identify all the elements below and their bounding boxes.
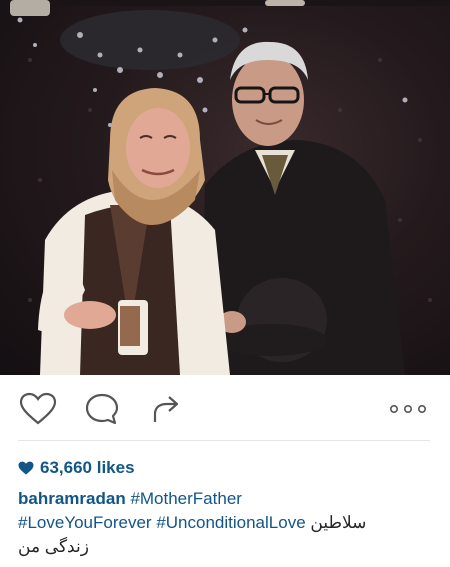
post-photo[interactable]: [0, 0, 450, 375]
divider: [18, 440, 430, 441]
caption-persian-text-2: زندگی من: [18, 537, 89, 556]
likes-count: 63,660 likes: [40, 458, 135, 477]
share-button[interactable]: [146, 389, 186, 429]
caption-line-1: bahramradan #MotherFather: [18, 487, 432, 511]
speech-bubble-icon: [85, 393, 119, 425]
photo-illustration: [0, 0, 450, 375]
username-link[interactable]: bahramradan: [18, 489, 126, 508]
hashtag-unconditionallove[interactable]: #UnconditionalLove: [156, 513, 305, 532]
hashtag-loveyouforever[interactable]: #LoveYouForever: [18, 513, 152, 532]
caption-persian-text-1: سلاطین: [310, 513, 367, 532]
more-dots-icon: [389, 404, 426, 414]
instagram-post: 63,660 likes bahramradan #MotherFather #…: [0, 0, 450, 567]
caption-line-3: زندگی من: [18, 535, 432, 559]
heart-filled-icon: [18, 461, 34, 475]
caption-line-2: #LoveYouForever #UnconditionalLove سلاطی…: [18, 511, 432, 535]
comment-button[interactable]: [82, 389, 122, 429]
action-bar: [0, 375, 450, 441]
hashtag-motherfather[interactable]: #MotherFather: [130, 489, 242, 508]
heart-outline-icon: [19, 392, 57, 425]
like-button[interactable]: [18, 389, 58, 429]
caption: bahramradan #MotherFather #LoveYouForeve…: [18, 487, 432, 559]
more-options-button[interactable]: [386, 389, 430, 429]
likes-row[interactable]: 63,660 likes: [18, 455, 135, 481]
share-arrow-icon: [153, 396, 179, 422]
